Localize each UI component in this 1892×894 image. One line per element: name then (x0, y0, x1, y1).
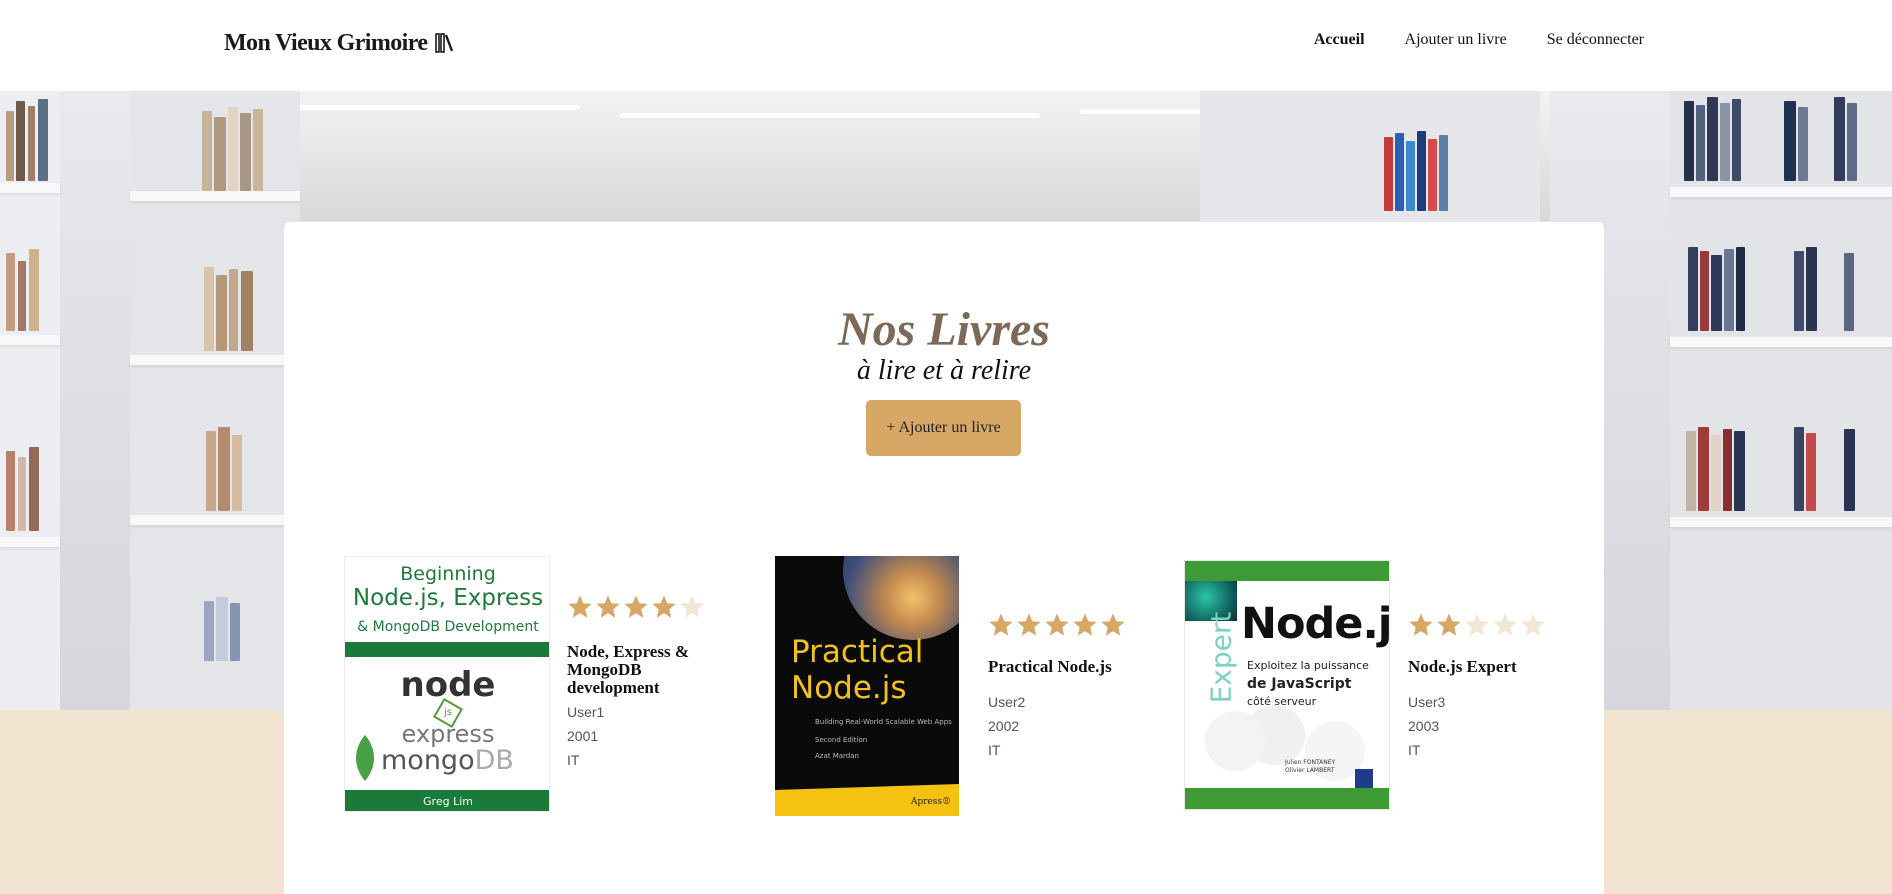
book-user: User3 (1408, 694, 1446, 710)
book-genre: IT (988, 742, 1001, 758)
book-year: 2002 (988, 718, 1020, 734)
rating-stars (988, 612, 1126, 638)
book-meta: User2 2002 IT (988, 690, 1025, 762)
cover-sunset (843, 556, 959, 640)
book-card[interactable]: Beginning Node.js, Express & MongoDB Dev… (344, 556, 714, 816)
star-filled-icon (1437, 613, 1461, 636)
book-card[interactable]: Expert Node.js Exploitez la puissance de… (1184, 560, 1554, 814)
star-empty-icon (680, 595, 704, 618)
book-cover[interactable]: Practical Node.js Building Real-World Sc… (775, 556, 959, 816)
book-meta: User3 2003 IT (1408, 690, 1445, 762)
book-title[interactable]: Node, Express & MongoDB development (567, 643, 717, 697)
book-year: 2003 (1408, 718, 1440, 734)
book-card[interactable]: Practical Node.js Building Real-World Sc… (775, 556, 1145, 818)
rating-stars (567, 594, 705, 620)
star-empty-icon (1493, 613, 1517, 636)
nav-deconnecter[interactable]: Se déconnecter (1547, 31, 1644, 49)
star-filled-icon (1101, 613, 1125, 636)
star-filled-icon (1045, 613, 1069, 636)
star-filled-icon (624, 595, 648, 618)
add-book-button[interactable]: + Ajouter un livre (866, 400, 1021, 456)
logo-text: Mon Vieux Grimoire (224, 30, 428, 56)
star-filled-icon (596, 595, 620, 618)
star-filled-icon (652, 595, 676, 618)
star-filled-icon (1017, 613, 1041, 636)
rating-stars (1408, 612, 1546, 638)
nav-ajouter-livre[interactable]: Ajouter un livre (1405, 31, 1507, 49)
shelf-left-2 (130, 91, 300, 710)
star-empty-icon (1465, 613, 1489, 636)
mongo-leaf-icon (356, 735, 374, 781)
star-filled-icon (989, 613, 1013, 636)
book-user: User2 (988, 694, 1026, 710)
book-genre: IT (567, 752, 580, 768)
books-icon (435, 33, 453, 53)
star-filled-icon (1409, 613, 1433, 636)
page-title: Nos Livres (838, 303, 1050, 356)
shelf-right (1670, 91, 1892, 710)
book-year: 2001 (567, 728, 599, 744)
main-nav: Accueil Ajouter un livre Se déconnecter (1314, 31, 1644, 49)
ceiling-light (620, 113, 1040, 118)
site-header: Mon Vieux Grimoire Accueil Ajouter un li… (0, 0, 1892, 91)
books-card: Nos Livres à lire et à relire + Ajouter … (284, 222, 1604, 894)
book-cover[interactable]: Beginning Node.js, Express & MongoDB Dev… (344, 556, 550, 812)
nav-accueil[interactable]: Accueil (1314, 31, 1365, 49)
book-user: User1 (567, 704, 605, 720)
site-logo[interactable]: Mon Vieux Grimoire (224, 30, 455, 57)
page-subtitle: à lire et à relire (856, 355, 1032, 386)
star-filled-icon (568, 595, 592, 618)
star-filled-icon (1073, 613, 1097, 636)
book-meta: User1 2001 IT (567, 700, 604, 772)
star-empty-icon (1521, 613, 1545, 636)
shelf-back (1200, 91, 1540, 231)
book-cover[interactable]: Expert Node.js Exploitez la puissance de… (1184, 560, 1390, 810)
book-title[interactable]: Practical Node.js (988, 658, 1148, 676)
book-title[interactable]: Node.js Expert (1408, 658, 1568, 676)
shelf-left (0, 91, 60, 710)
book-genre: IT (1408, 742, 1421, 758)
